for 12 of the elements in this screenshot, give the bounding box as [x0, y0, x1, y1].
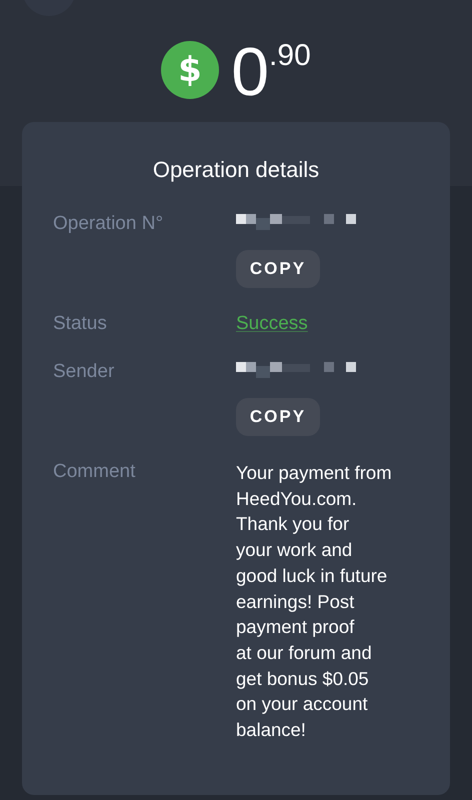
dollar-icon: $: [161, 41, 220, 99]
amount-fraction: .90: [269, 38, 311, 74]
copy-button[interactable]: COPY: [236, 398, 320, 436]
field-label: Sender: [53, 360, 116, 384]
copy-button[interactable]: COPY: [236, 250, 320, 288]
field-label: Operation N°: [53, 212, 164, 236]
amount-integer: 0: [231, 36, 270, 108]
comment-text: Your payment from HeedYou.com. Thank you for your work and good luck in future earnings! Post payment proof at our forum and get bonus $0.05 on your account balance!: [236, 461, 392, 742]
field-label: Status: [53, 312, 108, 336]
card-title: Operation details: [152, 156, 320, 184]
field-label: Comment: [53, 460, 136, 484]
status-link[interactable]: Success: [236, 312, 308, 336]
